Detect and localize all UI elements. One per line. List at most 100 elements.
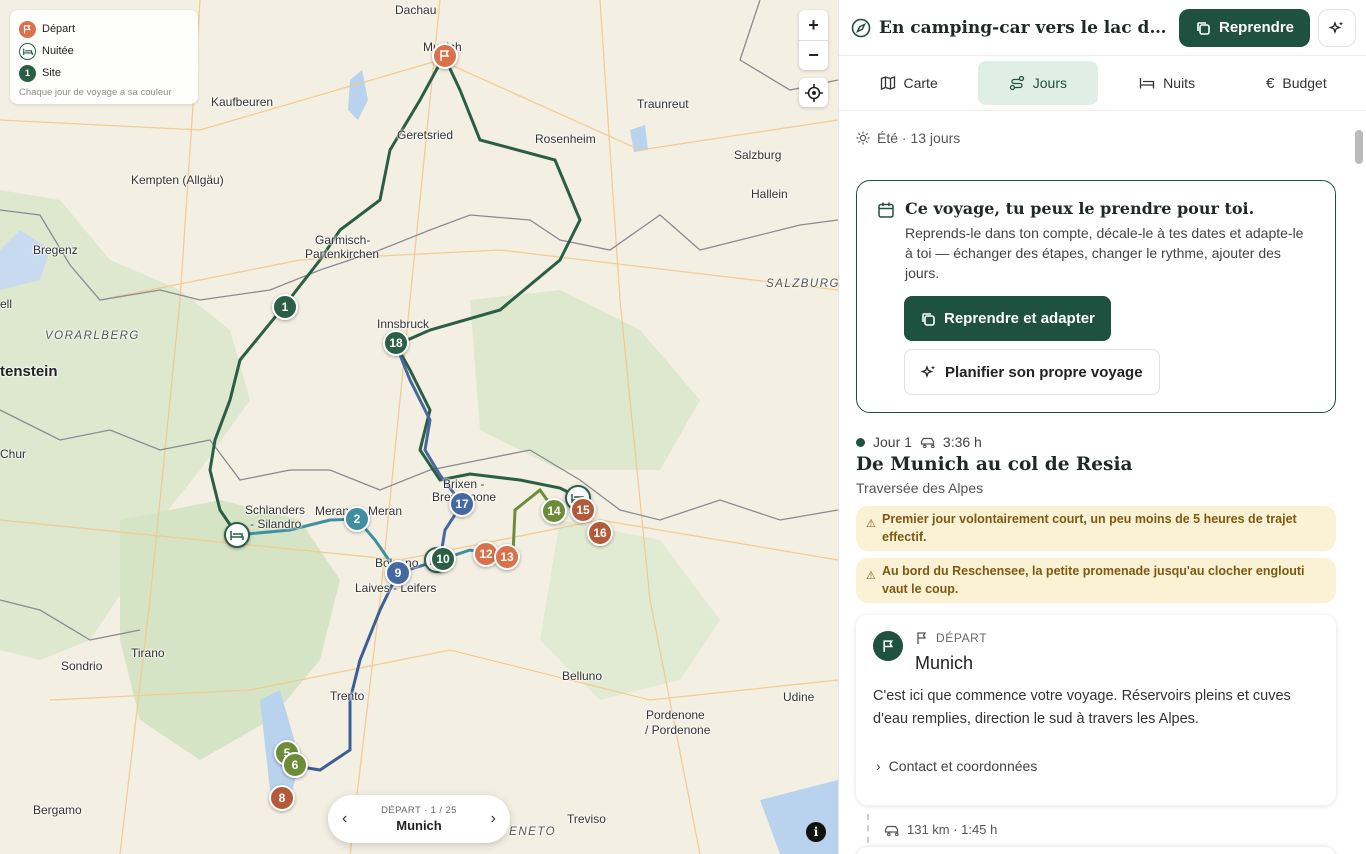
legend-depart-label: Départ [42, 23, 76, 35]
info-button[interactable]: i [806, 822, 826, 842]
reprendre-adapter-label: Reprendre et adapter [944, 310, 1095, 327]
tab-jours[interactable]: Jours [978, 61, 1098, 105]
tab-budget[interactable]: € Budget [1237, 61, 1356, 105]
flag-icon [882, 639, 893, 652]
site-marker-13[interactable]: 13 [494, 544, 520, 570]
legend-site-label: Site [42, 67, 61, 79]
adopt-trip-card: Ce voyage, tu peux le prendre pour toi. … [856, 180, 1336, 413]
flag-icon [440, 50, 450, 61]
site-marker-6[interactable]: 6 [282, 752, 308, 778]
label-sondrio: Sondrio [61, 659, 103, 673]
reprendre-button[interactable]: Reprendre [1178, 8, 1311, 47]
label-salzburg: Salzburg [734, 148, 782, 162]
panel-tabs: Carte Jours Nuits € Budget [839, 55, 1366, 111]
label-tirano: Tirano [131, 646, 165, 660]
stop-card-next[interactable] [856, 847, 1336, 854]
car-icon [884, 825, 899, 836]
car-icon [920, 437, 935, 448]
adopt-trip-title: Ce voyage, tu peux le prendre pour toi. [905, 199, 1255, 218]
label-bergamo: Bergamo [33, 803, 82, 817]
stop-place: Munich [915, 653, 974, 673]
day-duration: 3:36 h [942, 434, 982, 450]
zoom-out-button[interactable]: − [799, 40, 828, 70]
label-liechtenstein: tenstein [0, 363, 58, 380]
day-warning-1-text: Premier jour volontairement court, un pe… [882, 512, 1297, 544]
label-brixen-1: Brixen - [443, 477, 485, 491]
day-color-dot [856, 437, 865, 447]
reprendre-label: Reprendre [1218, 19, 1295, 36]
day-warning-2: ⚠ Au bord du Reschensee, la petite prome… [856, 558, 1336, 603]
site-marker-14[interactable]: 14 [541, 498, 567, 524]
flag-icon [19, 20, 36, 38]
reprendre-adapter-button[interactable]: Reprendre et adapter [904, 296, 1111, 341]
app-root: Dachau Munich Kaufbeuren Geretsried Rose… [0, 0, 1366, 854]
label-chur: Chur [0, 447, 27, 461]
site-marker-18[interactable]: 18 [383, 330, 409, 356]
site-marker-2[interactable]: 2 [344, 506, 370, 532]
label-pordenone-2: / Pordenone [645, 723, 711, 737]
trip-panel: En camping-car vers le lac de Garde Repr… [838, 0, 1366, 854]
label-bregenz: Bregenz [33, 243, 78, 257]
stop-kind: DÉPART [916, 631, 987, 645]
prev-stop-button[interactable]: ‹ [342, 810, 347, 828]
calendar-icon [878, 202, 894, 218]
trip-title: En camping-car vers le lac de Garde [879, 17, 1171, 38]
stop-navigator-caption: DÉPART · 1 / 25 [381, 805, 457, 816]
panel-scroll-area[interactable]: Été · 13 jours Ce voyage, tu peux le pre… [839, 112, 1366, 854]
label-belluno: Belluno [562, 669, 603, 683]
copy-icon [922, 312, 935, 326]
locate-button[interactable] [799, 78, 828, 107]
adopt-trip-head: Ce voyage, tu peux le prendre pour toi. [877, 199, 1315, 219]
sparkles-icon [921, 365, 936, 378]
label-meran-2: Meran [368, 504, 403, 518]
tab-carte-label: Carte [903, 75, 938, 91]
label-ell: ell [0, 297, 13, 311]
tab-nuits[interactable]: Nuits [1108, 61, 1227, 105]
day-subtitle: Traversée des Alpes [856, 480, 984, 496]
label-pordenone-1: Pordenone [646, 708, 705, 722]
stop-navigator: ‹ DÉPART · 1 / 25 Munich › [328, 795, 510, 843]
stop-card-depart[interactable]: DÉPART Munich C'est ici que commence vot… [856, 615, 1336, 805]
label-treviso: Treviso [567, 812, 606, 826]
ai-sparkle-button[interactable] [1318, 8, 1357, 47]
day-title: De Munich au col de Resia [856, 454, 1133, 475]
legend-site-badge: 1 [19, 64, 36, 82]
map-view[interactable]: Dachau Munich Kaufbeuren Geretsried Rose… [0, 0, 838, 854]
label-schlanders-1: Schlanders [245, 503, 306, 517]
site-marker-1[interactable]: 1 [272, 294, 298, 320]
panel-scrollbar[interactable] [1355, 130, 1363, 164]
bed-icon [19, 42, 36, 60]
label-geretsried: Geretsried [397, 128, 454, 142]
warning-icon: ⚠ [866, 570, 876, 582]
legend-hint: Chaque jour de voyage a sa couleur [19, 87, 172, 98]
map-icon [880, 76, 895, 90]
legend-nuitee: Nuitée [19, 40, 189, 62]
copy-icon [1197, 21, 1210, 35]
site-marker-8[interactable]: 8 [269, 785, 295, 811]
site-marker-17[interactable]: 17 [449, 491, 475, 517]
label-innsbruck: Innsbruck [377, 317, 430, 331]
legend-site: 1 Site [19, 62, 189, 84]
chevron-right-icon: › [876, 758, 881, 774]
day-warning-1: ⚠ Premier jour volontairement court, un … [856, 506, 1336, 551]
site-marker-16[interactable]: 16 [587, 520, 613, 546]
adopt-trip-text: Reprends-le dans ton compte, décale-le à… [905, 225, 1304, 281]
day-label: Jour 1 [873, 434, 912, 450]
site-marker-10[interactable]: 10 [430, 546, 456, 572]
tab-nuits-label: Nuits [1163, 75, 1196, 91]
label-vorarlberg: VORARLBERG [45, 330, 140, 342]
contact-toggle-label: Contact et coordonnées [888, 758, 1038, 774]
legend-nuitee-label: Nuitée [42, 45, 74, 57]
compass-icon [851, 18, 871, 37]
contact-toggle[interactable]: › Contact et coordonnées [876, 758, 1037, 774]
next-stop-button[interactable]: › [491, 810, 496, 828]
nuitee-marker[interactable] [224, 522, 250, 548]
depart-marker[interactable] [432, 43, 458, 69]
zoom-in-button[interactable]: + [799, 10, 828, 40]
label-salzburg-region: SALZBURG [766, 278, 838, 290]
panel-header: En camping-car vers le lac de Garde Repr… [839, 0, 1366, 55]
tab-carte[interactable]: Carte [849, 61, 968, 105]
plan-own-trip-button[interactable]: Planifier son propre voyage [904, 349, 1160, 395]
site-marker-9[interactable]: 9 [385, 560, 411, 586]
site-marker-15[interactable]: 15 [570, 497, 596, 523]
